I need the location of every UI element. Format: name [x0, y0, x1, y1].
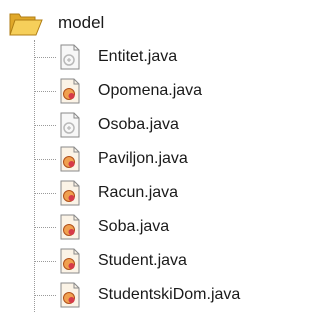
file-label: Paviljon.java — [98, 150, 188, 167]
folder-model[interactable]: model — [8, 6, 104, 40]
tree-item-studentskidom[interactable]: StudentskiDom.java — [34, 278, 240, 312]
tree-connector — [34, 294, 56, 296]
tree-item-entitet[interactable]: Entitet.java — [34, 40, 177, 74]
file-label: Opomena.java — [98, 82, 203, 99]
project-tree: model Entitet.java Opomena.java Osoba.ja… — [0, 0, 294, 326]
folder-open-icon — [8, 8, 44, 38]
tree-connector — [34, 124, 56, 126]
tree-connector — [34, 226, 56, 228]
tree-item-racun[interactable]: Racun.java — [34, 176, 178, 210]
folder-label: model — [58, 13, 105, 32]
file-label: Racun.java — [98, 184, 179, 201]
tree-connector — [34, 260, 56, 262]
java-file-icon — [58, 112, 82, 138]
tree-item-soba[interactable]: Soba.java — [34, 210, 169, 244]
tree-item-paviljon[interactable]: Paviljon.java — [34, 142, 188, 176]
java-class-icon — [58, 146, 82, 172]
file-label: StudentskiDom.java — [98, 286, 241, 303]
tree-item-student[interactable]: Student.java — [34, 244, 187, 278]
file-label: Osoba.java — [98, 116, 179, 133]
tree-connector — [34, 90, 56, 92]
file-label: Soba.java — [98, 218, 170, 235]
java-class-icon — [58, 78, 82, 104]
java-class-icon — [58, 282, 82, 308]
tree-item-osoba[interactable]: Osoba.java — [34, 108, 179, 142]
java-class-icon — [58, 180, 82, 206]
tree-connector — [34, 158, 56, 160]
tree-connector — [34, 56, 56, 58]
tree-item-opomena[interactable]: Opomena.java — [34, 74, 202, 108]
java-class-icon — [58, 248, 82, 274]
file-label: Student.java — [98, 252, 187, 269]
file-label: Entitet.java — [98, 48, 178, 65]
tree-connector — [34, 192, 56, 194]
java-file-icon — [58, 44, 82, 70]
java-class-icon — [58, 214, 82, 240]
